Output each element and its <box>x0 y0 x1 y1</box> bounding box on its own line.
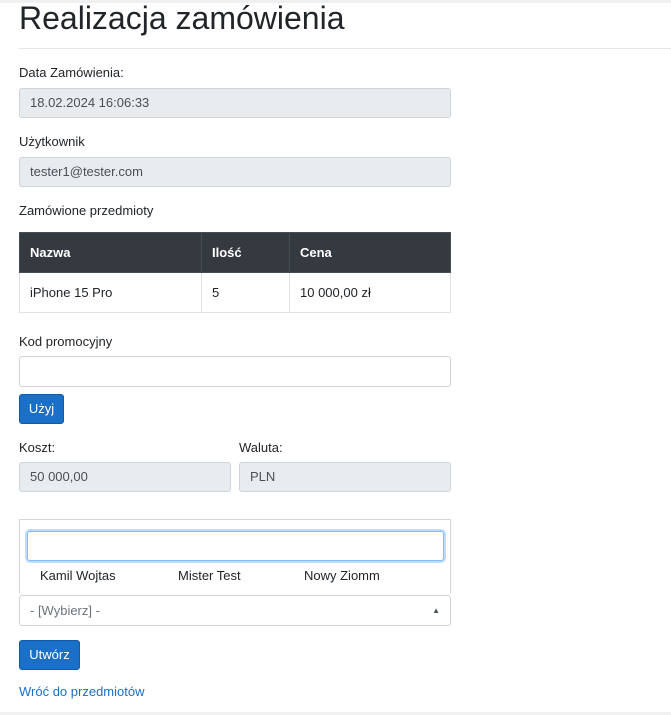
item-quantity-cell: 5 <box>201 272 290 313</box>
recipient-option[interactable]: Mister Test <box>178 568 241 583</box>
item-price-cell: 10 000,00 zł <box>289 272 451 313</box>
item-name-cell: iPhone 15 Pro <box>19 272 202 313</box>
order-date-field: 18.02.2024 16:06:33 <box>19 88 451 118</box>
cost-field: 50 000,00 <box>19 462 231 492</box>
title-divider <box>19 48 671 49</box>
caret-up-icon: ▲ <box>432 606 440 615</box>
currency-field: PLN <box>239 462 451 492</box>
cost-label: Koszt: <box>19 440 56 455</box>
user-field: tester1@tester.com <box>19 157 451 187</box>
recipient-option[interactable]: Nowy Ziomm <box>304 568 380 583</box>
table-row: iPhone 15 Pro 5 10 000,00 zł <box>19 272 451 313</box>
table-header-row: Nazwa Ilość Cena <box>19 232 451 273</box>
recipient-select[interactable]: - [Wybierz] - ▲ <box>19 595 451 626</box>
order-date-label: Data Zamówienia: <box>19 65 124 80</box>
column-header-price: Cena <box>289 232 451 273</box>
column-header-quantity: Ilość <box>201 232 290 273</box>
recipient-option[interactable]: Kamil Wojtas <box>40 568 116 583</box>
recipient-select-placeholder: - [Wybierz] - <box>30 603 100 618</box>
currency-label: Waluta: <box>239 440 283 455</box>
ordered-items-label: Zamówione przedmioty <box>19 203 154 218</box>
promo-code-label: Kod promocyjny <box>19 334 113 349</box>
user-label: Użytkownik <box>19 134 85 149</box>
apply-promo-button[interactable]: Użyj <box>19 394 64 424</box>
ordered-items-table: Nazwa Ilość Cena iPhone 15 Pro 5 10 000,… <box>19 232 451 313</box>
back-to-items-link[interactable]: Wróć do przedmiotów <box>19 684 144 699</box>
create-button[interactable]: Utwórz <box>19 640 80 670</box>
recipient-search-input[interactable] <box>27 531 444 561</box>
recipient-dropdown-panel: Kamil Wojtas Mister Test Nowy Ziomm <box>19 519 451 593</box>
promo-code-input[interactable] <box>19 356 451 387</box>
page-title: Realizacja zamówienia <box>19 0 345 36</box>
column-header-name: Nazwa <box>19 232 202 273</box>
